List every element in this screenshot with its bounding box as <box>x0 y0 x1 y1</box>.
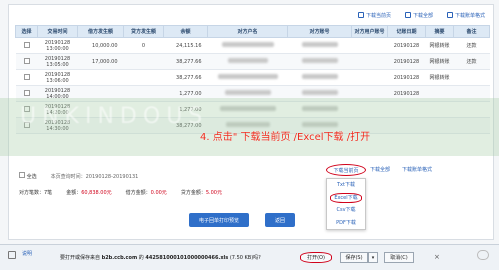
cell-memo: 网银转账 <box>425 37 454 54</box>
download-icon <box>357 12 364 18</box>
cell-account <box>287 37 352 54</box>
menu-item-csv[interactable]: Csv下载 <box>327 204 365 217</box>
cell-name <box>207 37 288 54</box>
cell-time: 20190128 13:05:00 <box>37 53 78 70</box>
tutorial-annotation: 4. 点击" 下载当前页 /Excel下载 /打开 <box>200 132 371 143</box>
cancel-button[interactable]: 取消(C) <box>384 252 414 263</box>
close-icon[interactable]: × <box>434 253 440 261</box>
cell-user-account <box>351 69 388 86</box>
cell-select[interactable] <box>15 53 38 70</box>
cell-date: 20190128 <box>387 53 426 70</box>
download-format-menu: Txt下载 Excel下载 Csv下载 PDF下载 <box>326 178 366 230</box>
col-debit: 借方发生额 <box>77 25 124 38</box>
cell-credit: 0 <box>123 37 164 54</box>
table-row[interactable]: 20190128 13:05:00 17,000.00 38,277.66 20190… <box>15 53 490 70</box>
checkbox-icon <box>19 172 25 178</box>
download-icon <box>446 12 453 18</box>
count-label: 对方笔数：7笔 <box>19 190 53 196</box>
browser-download-bar: 要打开或保存来自 b2b.ccb.com 的 44258100010100000… <box>0 244 499 270</box>
wechat-icon <box>477 250 489 260</box>
cell-remark: 还款 <box>453 37 490 54</box>
redacted-text <box>217 74 278 79</box>
redacted-text <box>301 74 338 79</box>
download-all-link[interactable]: 下载全部 <box>370 166 390 173</box>
cell-balance: 38,277.66 <box>163 69 208 86</box>
redacted-text <box>224 90 271 95</box>
cell-remark <box>453 69 490 86</box>
menu-item-excel[interactable]: Excel下载 <box>330 193 362 203</box>
debit-amount: 借方金额：0.00元 <box>125 190 167 196</box>
cell-select[interactable] <box>15 37 38 54</box>
cell-user-account <box>351 53 388 70</box>
download-statement-link[interactable]: 下载账单格式 <box>402 166 432 173</box>
cell-balance: 24,115.16 <box>163 37 208 54</box>
cell-account <box>287 53 352 70</box>
total-amount: 金额：60,838.00元 <box>66 190 112 196</box>
cell-time: 20190128 13:00:00 <box>37 37 78 54</box>
redacted-text <box>227 58 268 63</box>
checkbox-icon[interactable] <box>23 73 30 80</box>
credit-amount: 贷方金额：5.00元 <box>180 190 222 196</box>
col-credit: 贷方发生额 <box>123 25 164 38</box>
select-all[interactable]: 全选 <box>19 172 37 180</box>
col-counterparty-account: 对方账号 <box>287 25 352 38</box>
cell-credit <box>123 53 164 70</box>
download-all-top-link[interactable]: 下载全部 <box>404 12 433 19</box>
query-period: 本页查询时间：20190128-20190131 <box>50 173 139 180</box>
download-statement-top-link[interactable]: 下载账单格式 <box>446 12 485 19</box>
col-remark: 备注 <box>453 25 490 38</box>
table-header-row: 选择 交易时间 借方发生额 贷方发生额 余额 对方户名 对方账号 对方用户账号 … <box>15 25 490 38</box>
table-row[interactable]: 20190128 13:00:00 10,000.00 0 24,115.16 2019… <box>15 37 490 54</box>
col-summary: 摘要 <box>425 25 454 38</box>
menu-item-pdf[interactable]: PDF下载 <box>327 217 365 230</box>
col-balance: 余额 <box>163 25 208 38</box>
col-post-date: 记账日期 <box>387 25 426 38</box>
cell-time: 20190128 13:06:00 <box>37 69 78 86</box>
col-counterparty-name: 对方户名 <box>207 25 288 38</box>
download-icon <box>404 12 411 18</box>
cell-name <box>207 53 288 70</box>
save-button[interactable]: 保存(S) <box>340 252 368 263</box>
cell-remark: 还款 <box>453 53 490 70</box>
cell-name <box>207 69 288 86</box>
checkbox-icon[interactable] <box>23 89 30 96</box>
download-message: 要打开或保存来自 b2b.ccb.com 的 44258100010100000… <box>60 255 261 261</box>
col-time: 交易时间 <box>37 25 78 38</box>
cell-user-account <box>351 37 388 54</box>
download-current-page-button[interactable]: 下载当前页 <box>326 164 366 176</box>
checkbox-icon[interactable] <box>23 57 30 64</box>
cell-date: 20190128 <box>387 69 426 86</box>
col-select: 选择 <box>15 25 38 38</box>
redacted-text <box>301 90 338 95</box>
download-links: 下载全部 下载账单格式 <box>370 166 432 173</box>
open-button[interactable]: 打开(O) <box>300 252 332 263</box>
cell-debit <box>77 69 124 86</box>
cell-credit <box>123 69 164 86</box>
cell-balance: 38,277.66 <box>163 53 208 70</box>
col-user-account: 对方用户账号 <box>351 25 388 38</box>
redacted-text <box>221 42 274 47</box>
redacted-text <box>301 58 338 63</box>
redacted-text <box>301 42 338 47</box>
cell-date: 20190128 <box>387 37 426 54</box>
totals-bar: 对方笔数：7笔 金额：60,838.00元 借方金额：0.00元 贷方金额：5.… <box>19 189 222 199</box>
cell-select[interactable] <box>15 69 38 86</box>
lock-icon <box>8 251 16 259</box>
print-preview-button[interactable]: 电子回单打印预览 <box>189 213 249 227</box>
cell-memo: 网银转账 <box>425 53 454 70</box>
checkbox-icon[interactable] <box>23 41 30 48</box>
left-tab[interactable]: 说明 <box>22 250 32 257</box>
top-toolbar: 下载当前页 下载全部 下载账单格式 <box>357 9 485 21</box>
save-dropdown-arrow[interactable]: ▾ <box>368 252 378 263</box>
menu-item-txt[interactable]: Txt下载 <box>327 179 365 192</box>
table-row[interactable]: 20190128 13:06:00 38,277.66 20190128 网银转账 <box>15 69 490 86</box>
download-current-top-link[interactable]: 下载当前页 <box>357 12 391 19</box>
cell-memo: 网银转账 <box>425 69 454 86</box>
back-button[interactable]: 返回 <box>265 213 295 227</box>
cell-account <box>287 69 352 86</box>
cell-debit: 17,000.00 <box>77 53 124 70</box>
cell-debit: 10,000.00 <box>77 37 124 54</box>
